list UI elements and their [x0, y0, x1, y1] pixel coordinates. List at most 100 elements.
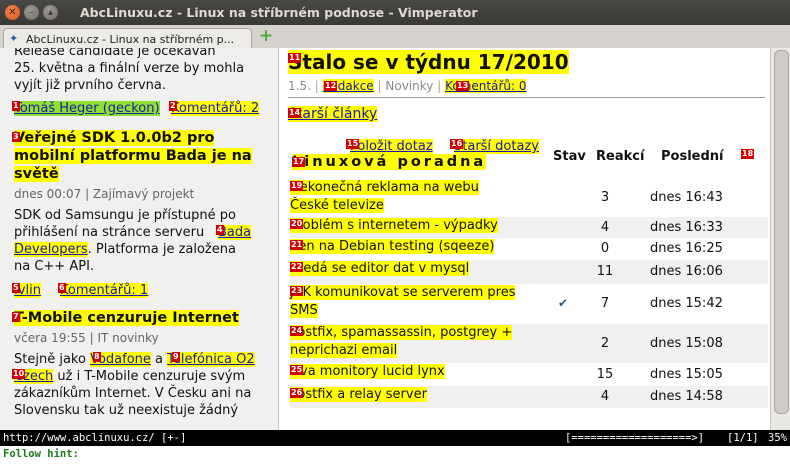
hint-label: 14 — [288, 108, 302, 118]
forum-question-row: Dva monitory lucid lynx 25 15 dnes 15:05 — [290, 363, 768, 386]
article-title-tmobile[interactable]: T-Mobile cenzuruje Internet — [14, 310, 239, 326]
forum-question-row: Nekonečná reklama na webu České televize 1… — [290, 179, 768, 217]
forum-question-link[interactable]: JAK komunikovat se serverem pres — [290, 285, 516, 300]
last-reply-time: dnes 14:58 — [650, 389, 723, 404]
ask-question-link[interactable]: Položit dotaz — [350, 139, 433, 154]
hint-label: 4 — [216, 225, 224, 235]
article-body: na C++ API. — [14, 259, 95, 274]
close-window-button[interactable]: ✕ — [5, 5, 20, 20]
hint-label: 15 — [346, 139, 360, 149]
minimize-window-button[interactable]: – — [24, 5, 39, 20]
abclinuxu-favicon-icon: ✦ — [9, 32, 19, 45]
status-tab-position: [1/1] — [727, 432, 759, 444]
forum-question-row: Postfix a relay server 26 4 dnes 14:58 — [290, 386, 768, 408]
hint-label: 19 — [290, 181, 304, 191]
forum-question-link[interactable]: Nekonečná reklama na webu — [290, 180, 479, 195]
browser-tab[interactable]: ✦ AbcLinuxu.cz - Linux na stříbrném p... — [3, 28, 252, 49]
hint-label: 11 — [288, 53, 302, 63]
author-link[interactable]: Tomáš Heger (geckon) — [14, 101, 160, 116]
maximize-window-button[interactable]: ▴ — [43, 5, 58, 20]
last-reply-time: dnes 16:25 — [650, 241, 723, 256]
reply-count: 0 — [600, 241, 610, 256]
forum-question-link[interactable]: Xen na Debian testing (sqeeze) — [290, 239, 495, 254]
article-body: Slovensku tak už neexistuje žádný — [14, 403, 239, 418]
main-article-column: Stalo se v týdnu 17/2010 11 1.5. | Redak… — [280, 48, 770, 430]
forum-question-link[interactable]: Postfix a relay server — [290, 387, 427, 402]
scrollbar-thumb[interactable] — [774, 50, 789, 414]
new-tab-icon[interactable]: + — [258, 28, 274, 45]
forum-question-link[interactable]: neprichazi email — [290, 343, 398, 358]
hint-label: 21 — [290, 240, 304, 250]
intro-line-3: vyjít již prvního června. — [14, 78, 167, 93]
tab-bar: ✦ AbcLinuxu.cz - Linux na stříbrném p...… — [0, 25, 790, 49]
page-content: Release candidate je očekáván 25. května… — [0, 48, 790, 430]
last-reply-time: dnes 16:06 — [650, 264, 723, 279]
forum-question-link[interactable]: Dva monitory lucid lynx — [290, 364, 445, 379]
article-title-bada-line3[interactable]: světě — [14, 166, 59, 182]
window-title: AbcLinuxu.cz - Linux na stříbrném podnos… — [80, 5, 478, 20]
divider — [288, 97, 765, 98]
older-questions-link[interactable]: Starší dotazy — [454, 139, 539, 154]
older-articles-link[interactable]: Starší články — [288, 106, 378, 122]
hint-label: 2 — [169, 101, 177, 111]
intro-line-2: 25. května a finální verze by mohla — [14, 61, 245, 76]
article-meta: dnes 00:07 | Zajímavý projekt — [14, 187, 195, 201]
hint-label: 1 — [12, 101, 20, 111]
forum-question-row: JAK komunikovat se serverem pres SMS 23 ✔ 7 d… — [290, 284, 768, 324]
status-bar: http://www.abclinuxu.cz/ [+-] [=========… — [0, 430, 790, 446]
column-header-stav: Stav — [553, 149, 586, 164]
article-body: zákazníkům Internet. V Česku ani na — [14, 386, 252, 401]
status-progress: [===================>] — [565, 432, 705, 444]
hint-label: 12 — [324, 81, 338, 91]
article-body: přihlášení na stránce serveru — [14, 225, 205, 240]
article-body: Stejně jako Vodafone a Telefónica O2 — [14, 352, 255, 367]
hint-label: 9 — [172, 352, 180, 362]
article-title-bada[interactable]: Veřejné SDK 1.0.0b2 pro — [14, 130, 215, 146]
last-reply-time: dnes 15:42 — [650, 296, 723, 311]
status-url: http://www.abclinuxu.cz/ [+-] — [3, 432, 187, 444]
article-body: Czech už i T-Mobile cenzuruje svým — [14, 369, 246, 384]
window-titlebar: ✕ – ▴ AbcLinuxu.cz - Linux na stříbrném … — [0, 0, 790, 25]
article-title-bada-line2[interactable]: mobilní platformu Bada je na — [14, 148, 252, 164]
tab-title: AbcLinuxu.cz - Linux na stříbrném p... — [26, 33, 235, 46]
forum-heading[interactable]: Linuxová poradna — [292, 154, 487, 170]
column-header-reakci: Reakcí — [596, 149, 645, 164]
hint-label: 16 — [450, 139, 464, 149]
hint-label: 5 — [12, 283, 20, 293]
last-reply-time: dnes 16:33 — [650, 220, 723, 235]
forum-question-link[interactable]: Problém s internetem - výpadky — [290, 218, 498, 233]
status-solved-icon: ✔ — [558, 296, 569, 310]
hint-label: 8 — [93, 352, 101, 362]
hint-label: 10 — [12, 369, 26, 379]
reply-count: 11 — [596, 264, 614, 279]
intro-line-1: Release candidate je očekáván — [14, 48, 216, 59]
telefonica-link[interactable]: Telefónica O2 — [167, 352, 255, 367]
article-body: SDK od Samsungu je přístupné po — [14, 208, 236, 223]
last-reply-time: dnes 16:43 — [650, 190, 723, 205]
column-header-posledni: Poslední — [661, 149, 724, 164]
command-prompt: Follow hint: — [3, 448, 79, 460]
article-title[interactable]: Stalo se v týdnu 17/2010 — [288, 50, 569, 74]
hint-label: 18 — [741, 149, 755, 159]
command-line[interactable]: Follow hint: — [0, 446, 790, 467]
last-reply-time: dnes 15:05 — [650, 367, 723, 382]
comments-link[interactable]: Komentářů: 2 — [171, 101, 260, 116]
hint-label: 17 — [292, 157, 306, 167]
forum-question-link[interactable]: Postfix, spamassassin, postgrey + — [290, 325, 513, 340]
article-body: Developers. Platforma je založena — [14, 242, 236, 257]
forum-question-link[interactable]: SMS — [290, 303, 318, 318]
comments-link[interactable]: Komentářů: 1 — [60, 283, 149, 298]
forum-question-link[interactable]: Hledá se editor dat v mysql — [290, 261, 470, 276]
vertical-scrollbar[interactable] — [770, 48, 790, 430]
reply-count: 7 — [600, 296, 610, 311]
reply-count: 4 — [600, 220, 610, 235]
hint-label: 22 — [290, 262, 304, 272]
hint-label: 26 — [290, 388, 304, 398]
bada-developers-link-2[interactable]: Developers — [14, 242, 88, 257]
hint-label: 23 — [290, 286, 304, 296]
status-scroll-percent: 35% — [768, 432, 787, 444]
hint-label: 13 — [456, 81, 470, 91]
forum-question-row: Postfix, spamassassin, postgrey + neprich… — [290, 324, 768, 363]
forum-question-link[interactable]: České televize — [290, 198, 384, 213]
news-column: Release candidate je očekáván 25. května… — [0, 48, 279, 430]
